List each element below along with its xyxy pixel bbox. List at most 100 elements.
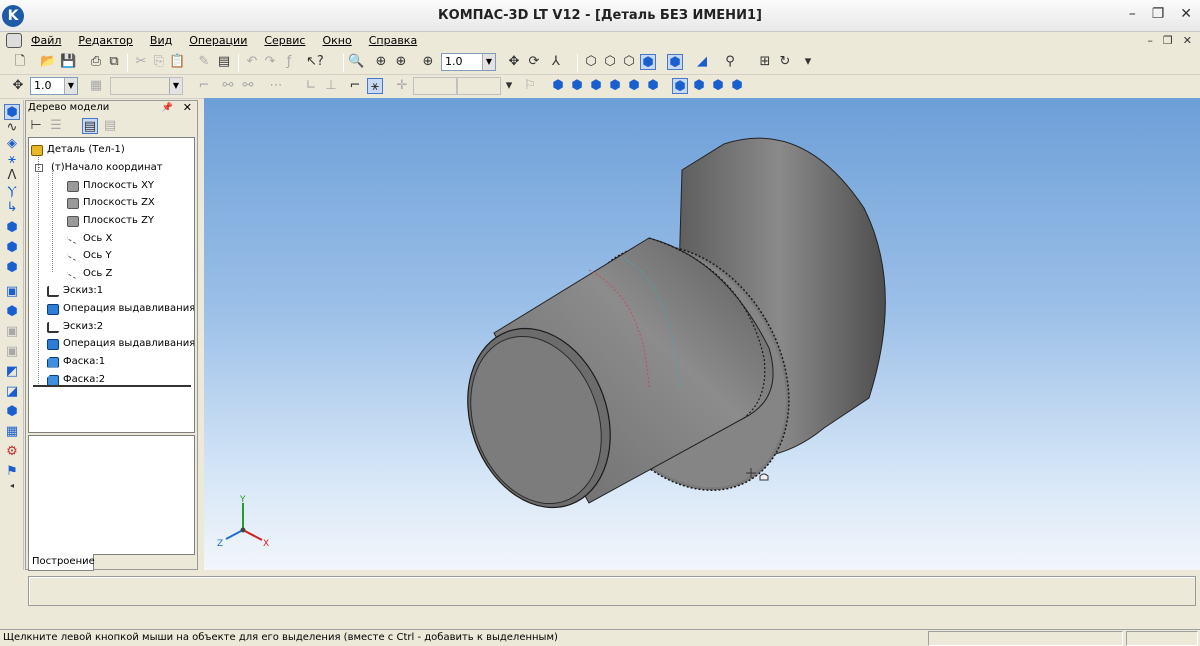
wireframe-icon[interactable]: ⬡ [583, 54, 599, 70]
doc-close-icon[interactable]: ✕ [1183, 34, 1192, 47]
coords-chevron-icon[interactable]: ▾ [501, 78, 517, 94]
properties-icon[interactable]: ✎ [196, 54, 212, 70]
rebuild-icon[interactable]: ↻ [777, 54, 793, 70]
tree-item-origin[interactable]: - (т)Начало координат [35, 160, 163, 176]
save-icon[interactable]: 💾 [60, 54, 76, 70]
library-icon[interactable]: ▤ [216, 54, 232, 70]
shell-icon[interactable]: ▦ [4, 424, 20, 440]
menu-editor[interactable]: Редактор [78, 34, 133, 47]
coords-icon[interactable]: ✛ [394, 78, 410, 94]
tree-mode-icon[interactable]: ▤ [82, 118, 98, 134]
tree-item-plane-zx[interactable]: Плоскость ZX [67, 195, 155, 211]
more-tools-icon[interactable]: ◂ [4, 478, 20, 494]
rotate-op-icon[interactable]: ⬢ [4, 240, 20, 256]
local-cs-icon[interactable]: ⌐ [196, 78, 212, 94]
document-icon[interactable] [6, 33, 22, 48]
view-right-icon[interactable]: ⬢ [645, 78, 661, 94]
arrays-icon[interactable]: ⚹ [4, 152, 20, 168]
tree-item-sketch-1[interactable]: Эскиз:1 [47, 283, 103, 299]
y-coordinate-field[interactable] [457, 77, 501, 95]
cut-kinematic-icon[interactable]: ▣ [4, 324, 20, 340]
thin-lines-icon[interactable]: ⬡ [621, 54, 637, 70]
zoom-in-icon[interactable]: ⊕ [420, 54, 436, 70]
collapse-icon[interactable]: - [35, 164, 43, 172]
shaded-icon[interactable]: ⬢ [640, 54, 656, 70]
menu-help[interactable]: Справка [369, 34, 417, 47]
cut-rotate-icon[interactable]: ⬢ [4, 304, 20, 320]
zoom-window-icon[interactable]: ⊕ [373, 54, 389, 70]
snap-off-icon[interactable]: ⚯ [240, 78, 256, 94]
cut-extrude-icon[interactable]: ▣ [4, 284, 20, 300]
x-coordinate-field[interactable] [413, 77, 457, 95]
close-icon[interactable]: ✕ [183, 101, 192, 115]
view-dimetric-icon[interactable]: ⬢ [691, 78, 707, 94]
snap-icon[interactable]: ⚯ [220, 78, 236, 94]
doc-minimize-icon[interactable]: – [1147, 34, 1153, 47]
tree-item-axis-y[interactable]: Ось Y [66, 248, 112, 264]
style-combo[interactable]: ▼ [110, 77, 183, 95]
cut-loft-icon[interactable]: ▣ [4, 344, 20, 360]
new-document-icon[interactable]: 🗋 [12, 54, 28, 70]
filter-icon[interactable]: ⚲ [722, 54, 738, 70]
cut-icon[interactable]: ✂ [133, 54, 149, 70]
zoom-scale-icon[interactable]: ⊕ [393, 54, 409, 70]
tree-item-axis-x[interactable]: Ось X [66, 231, 112, 247]
view-front-icon[interactable]: ⬢ [550, 78, 566, 94]
tree-item-sketch-2[interactable]: Эскиз:2 [47, 319, 103, 335]
zoom-fit-icon[interactable]: 🔍 [348, 54, 364, 70]
pan-icon[interactable]: ✥ [506, 54, 522, 70]
spatial-curves-icon[interactable]: ∿ [4, 120, 20, 136]
orthogonal-icon[interactable]: ∟ [303, 78, 319, 94]
help-pointer-icon[interactable]: ↖? [306, 54, 324, 70]
step-combo[interactable]: 1.0 ▼ [30, 77, 78, 95]
chevron-down-icon[interactable]: ▼ [169, 78, 182, 94]
menu-service[interactable]: Сервис [264, 34, 305, 47]
tree-filter-icon[interactable]: ▤ [102, 118, 118, 134]
chevron-down-icon[interactable]: ▼ [482, 54, 495, 70]
extrude-icon[interactable]: ⬢ [4, 220, 20, 236]
aux-geometry-icon[interactable]: Ʌ [4, 168, 20, 184]
layer-icon[interactable]: ▦ [88, 78, 104, 94]
view-iso-icon[interactable]: ⬢ [672, 78, 688, 94]
tree-item-plane-zy[interactable]: Плоскость ZY [67, 213, 154, 229]
model-viewport[interactable]: Y X Z [204, 98, 1200, 570]
round-icon[interactable]: ⊥ [323, 78, 339, 94]
preview-icon[interactable]: ⧉ [106, 54, 122, 70]
edit-part-icon[interactable]: ⬢ [4, 104, 20, 120]
view-top-icon[interactable]: ⬢ [588, 78, 604, 94]
variables-icon[interactable]: ƒ [281, 54, 297, 70]
array-icon[interactable]: ⚙ [4, 444, 20, 460]
tree-item-extrusion-1[interactable]: Операция выдавливания:1 [47, 301, 194, 317]
view-trimetric-icon[interactable]: ⬢ [710, 78, 726, 94]
orientation-icon[interactable]: ⅄ [548, 54, 564, 70]
magnet-icon[interactable]: ⚹ [367, 78, 383, 94]
menu-view[interactable]: Вид [150, 34, 172, 47]
build-end-marker[interactable] [33, 385, 191, 387]
view-bottom-icon[interactable]: ⬢ [607, 78, 623, 94]
more-chevron-icon[interactable]: ▾ [800, 54, 816, 70]
pin-icon[interactable]: 📌 [162, 101, 173, 115]
tree-item-extrusion-2[interactable]: Операция выдавливания:2 [47, 336, 194, 352]
tree-structure-icon[interactable]: ⊢ [28, 118, 44, 134]
measure-icon[interactable]: Ⲩ [4, 184, 20, 200]
open-folder-icon[interactable]: 📂 [40, 54, 56, 70]
tree-view-icon[interactable]: ⊞ [757, 54, 773, 70]
menu-operations[interactable]: Операции [189, 34, 247, 47]
kinematic-icon[interactable]: ⬢ [4, 260, 20, 276]
copy-icon[interactable]: ⎘ [151, 54, 167, 70]
view-normal-icon[interactable]: ⬢ [729, 78, 745, 94]
view-left-icon[interactable]: ⬢ [626, 78, 642, 94]
rotate-icon[interactable]: ⟳ [526, 54, 542, 70]
tree-order-icon[interactable]: ☰ [48, 118, 64, 134]
redo-icon[interactable]: ↷ [262, 54, 278, 70]
tree-item-chamfer-1[interactable]: Фаска:1 [47, 354, 105, 370]
doc-restore-icon[interactable]: ❐ [1163, 34, 1173, 47]
print-icon[interactable]: ⎙ [88, 54, 104, 70]
hidden-lines-icon[interactable]: ⬡ [602, 54, 618, 70]
shaded-edges-icon[interactable]: ⬢ [667, 54, 683, 70]
selection-icon[interactable]: ↳ [4, 200, 20, 216]
fillet-icon[interactable]: ◩ [4, 364, 20, 380]
view-back-icon[interactable]: ⬢ [569, 78, 585, 94]
close-icon[interactable]: ✕ [1180, 6, 1192, 22]
rib-icon[interactable]: ⬢ [4, 404, 20, 420]
